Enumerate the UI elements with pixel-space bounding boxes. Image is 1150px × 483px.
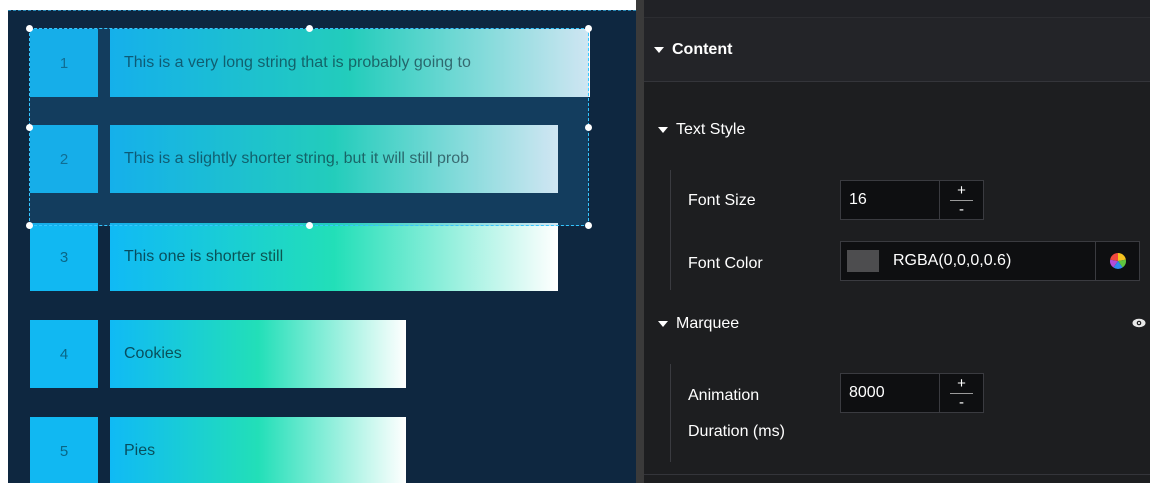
list-item[interactable]: 3 This one is shorter still [30,223,590,291]
animation-duration-label-line1: Animation [688,387,760,404]
content-section-header[interactable]: Content [644,18,1150,82]
text-style-header[interactable]: Text Style [658,118,745,142]
font-color-input[interactable]: RGBA(0,0,0,0.6) [840,241,1096,281]
resize-handle-top-left[interactable] [26,25,33,32]
resize-handle-left[interactable] [26,124,33,131]
resize-handle-bottom[interactable] [306,222,313,229]
font-color-value: RGBA(0,0,0,0.6) [893,252,1012,269]
font-color-label: Font Color [688,255,763,272]
resize-handle-top-right[interactable] [585,25,592,32]
properties-panel: Content Text Style Font Size 16 + - Font… [644,0,1150,483]
resize-handle-right[interactable] [585,124,592,131]
list-item-index: 5 [30,417,98,483]
marquee-visibility-toggle[interactable] [1132,316,1146,330]
list-item-text: Pies [124,442,156,459]
editor-canvas[interactable]: 1 This is a very long string that is pro… [8,10,636,483]
panel-splitter[interactable] [636,0,644,483]
resize-handle-bottom-left[interactable] [26,222,33,229]
marquee-header[interactable]: Marquee [658,312,739,336]
list-item-bar: Pies [110,417,406,483]
content-section-title: Content [672,40,733,58]
list-item-bar: This one is shorter still [110,223,558,291]
list-item-text: This one is shorter still [124,248,284,265]
text-style-title: Text Style [676,121,746,138]
font-size-label: Font Size [688,192,756,209]
selection-box[interactable] [26,25,592,229]
decrement-button[interactable]: - [940,393,983,412]
panel-bottom-divider [644,474,1150,475]
font-size-stepper[interactable]: + - [940,180,984,220]
list-item-bar: Cookies [110,320,406,388]
list-item[interactable]: 4 Cookies [30,320,430,388]
list-item-index: 4 [30,320,98,388]
list-item-index: 3 [30,223,98,291]
color-picker-button[interactable] [1096,241,1140,281]
color-wheel-icon [1109,252,1126,269]
panel-top-strip [644,0,1150,18]
font-size-value: 16 [849,191,867,208]
text-style-indent-line [670,170,671,290]
animation-duration-stepper[interactable]: + - [940,373,984,413]
animation-duration-label-line2: Duration (ms) [688,423,785,440]
resize-handle-top[interactable] [306,25,313,32]
list-item-text: Cookies [124,345,182,362]
increment-button[interactable]: + [940,374,983,393]
resize-handle-bottom-right[interactable] [585,222,592,229]
caret-down-icon [654,46,664,53]
eye-icon [1132,318,1146,328]
caret-down-icon [658,321,668,327]
caret-down-icon [658,127,668,133]
list-item[interactable]: 5 Pies [30,417,430,483]
marquee-indent-line [670,364,671,462]
marquee-title: Marquee [676,315,740,332]
selection-guide-line [8,10,636,11]
font-size-input[interactable]: 16 [840,180,940,220]
animation-duration-input[interactable]: 8000 [840,373,940,413]
decrement-button[interactable]: - [940,200,983,219]
animation-duration-value: 8000 [849,384,885,401]
increment-button[interactable]: + [940,181,983,200]
color-swatch [847,250,879,272]
